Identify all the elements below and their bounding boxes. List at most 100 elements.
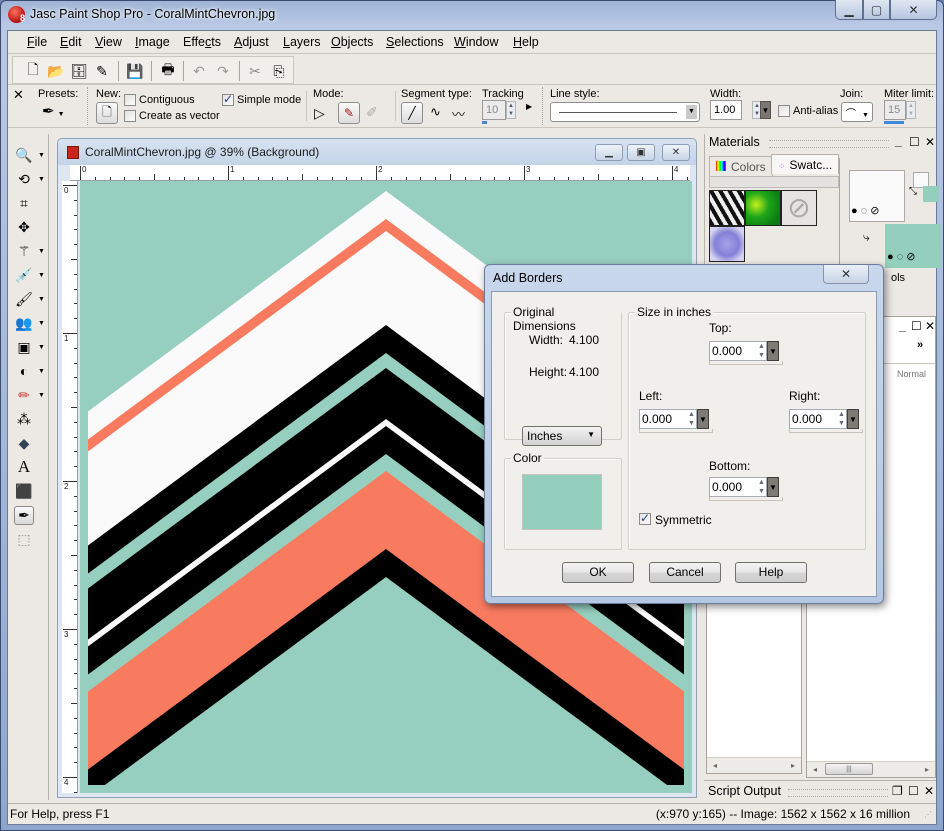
fg-style-icons[interactable]: ● ◌ ⊘ (851, 204, 880, 217)
left-dropdown[interactable]: ▼ (697, 409, 709, 429)
scroll-left-icon[interactable]: ◂ (813, 765, 817, 774)
width-field[interactable]: 1.00 (710, 100, 742, 120)
menu-window[interactable]: Window (454, 35, 498, 49)
tool-text[interactable]: A (14, 456, 48, 478)
left-spinner[interactable]: ▲ ▼ (687, 409, 697, 429)
scroll-thumb[interactable]: ||| (825, 763, 873, 775)
doc-restore-button[interactable]: ▣ (627, 144, 655, 161)
materials-grip[interactable] (769, 140, 889, 148)
background-color-small[interactable] (923, 186, 939, 202)
left-input[interactable]: 0.000 (639, 409, 687, 429)
restore-icon[interactable]: ❐ (892, 784, 903, 798)
close-icon[interactable]: ✕ (925, 135, 935, 149)
bottom-spinner[interactable]: ▲ ▼ (757, 477, 767, 497)
new-vector-button[interactable]: 🗋 (96, 102, 118, 124)
tool-picture-tube[interactable]: ⁂ (14, 408, 48, 430)
menu-help[interactable]: Help (513, 35, 539, 49)
tab-colors[interactable]: Colors (709, 156, 773, 176)
swatch-none[interactable]: ⊘ (781, 190, 817, 226)
line-style-dropdown[interactable]: ▼ (550, 102, 700, 122)
close-icon[interactable]: ✕ (924, 784, 934, 798)
right-dropdown[interactable]: ▼ (847, 409, 859, 429)
scroll-right-icon[interactable]: ▸ (791, 761, 795, 770)
cancel-button[interactable]: Cancel (649, 562, 721, 583)
swatch-purple-bubbles[interactable] (709, 226, 745, 262)
tool-crop[interactable]: ⌗ (14, 192, 48, 214)
more-layers-icon[interactable]: » (917, 339, 923, 351)
maximize-icon[interactable]: ☐ (911, 319, 922, 333)
redo-icon[interactable]: ↷ (213, 61, 233, 81)
join-dropdown[interactable]: ⌒ ▼ (841, 102, 873, 122)
menu-objects[interactable]: Objects (331, 35, 373, 49)
overview-horizontal-scrollbar[interactable]: ◂ ▸ (707, 757, 801, 773)
help-button[interactable]: Help (735, 562, 807, 583)
menu-selections[interactable]: Selections (386, 35, 444, 49)
bottom-input[interactable]: 0.000 (709, 477, 757, 497)
doc-close-button[interactable]: ✕ (662, 144, 690, 161)
bg-style-icons[interactable]: ● ◌ ⊘ (887, 250, 916, 263)
chevron-down-icon[interactable]: ▼ (38, 392, 45, 399)
close-icon[interactable]: ✕ (925, 319, 935, 333)
symmetric-checkbox[interactable] (639, 511, 651, 525)
swap-materials-icon[interactable]: ⤷ (863, 230, 870, 245)
tool-magic-wand[interactable]: ⚚ ▼ (14, 240, 48, 262)
menu-effects[interactable]: Effects (183, 35, 221, 49)
tracking-field[interactable]: 10 (482, 100, 506, 120)
layers-horizontal-scrollbar[interactable]: ◂ ||| ▸ (807, 761, 935, 777)
left-field[interactable]: 0.000 ▲ ▼ ▼ (639, 409, 713, 433)
tool-eraser[interactable]: ✏ ▼ (14, 384, 48, 406)
swatch-scroll-header[interactable] (709, 176, 839, 188)
ok-button[interactable]: OK (562, 562, 634, 583)
create-as-vector-checkbox[interactable] (124, 110, 136, 122)
tracking-spinner[interactable]: ▲ ▼ (506, 101, 516, 119)
title-bar[interactable]: 8 Jasc Paint Shop Pro - CoralMintChevron… (0, 0, 944, 30)
contiguous-checkbox[interactable] (124, 94, 136, 106)
chevron-down-icon[interactable]: ▼ (38, 296, 45, 303)
save-icon[interactable]: 💾 (125, 61, 145, 81)
tool-pen[interactable]: ✒ (14, 504, 48, 526)
maximize-icon[interactable]: ☐ (908, 784, 919, 798)
chevron-down-icon[interactable]: ▼ (38, 152, 45, 159)
chevron-down-icon[interactable]: ▼ (38, 272, 45, 279)
swatch-green[interactable] (745, 190, 781, 226)
menu-image[interactable]: Image (135, 35, 170, 49)
tracking-slider[interactable] (482, 121, 487, 124)
chevron-down-icon[interactable]: ▼ (38, 368, 45, 375)
doc-minimize-button[interactable]: ▁ (595, 144, 623, 161)
expand-arrow-icon[interactable]: ▶ (526, 102, 532, 111)
top-input[interactable]: 0.000 (709, 341, 757, 361)
bottom-dropdown[interactable]: ▼ (767, 477, 779, 497)
open-folder-icon[interactable]: 📂 (46, 61, 66, 81)
right-input[interactable]: 0.000 (789, 409, 837, 429)
bottom-field[interactable]: 0.000 ▲ ▼ ▼ (709, 477, 783, 501)
blend-mode-label[interactable]: Normal (897, 369, 926, 379)
tool-flood-fill[interactable]: ◆ (14, 432, 48, 454)
chevron-down-icon[interactable]: ▼ (38, 176, 45, 183)
app-icon[interactable]: 8 (8, 6, 25, 23)
segment-line-button[interactable]: ╱ (401, 102, 423, 124)
menu-layers[interactable]: Layers (283, 35, 321, 49)
miter-limit-field[interactable]: 15 (884, 100, 906, 120)
minimize-icon[interactable]: _ (895, 134, 902, 148)
menu-edit[interactable]: Edit (60, 35, 82, 49)
minimize-icon[interactable]: _ (899, 319, 906, 333)
new-file-icon[interactable]: 🗋 (23, 61, 43, 81)
tool-move[interactable]: ✥ (14, 216, 48, 238)
right-spinner[interactable]: ▲ ▼ (837, 409, 847, 429)
close-tool-options-icon[interactable]: ✕ (13, 87, 24, 103)
top-spinner[interactable]: ▲ ▼ (757, 341, 767, 361)
border-color-swatch[interactable] (522, 474, 602, 530)
cut-icon[interactable]: ✂ (245, 61, 265, 81)
menu-view[interactable]: View (95, 35, 122, 49)
tab-swatches[interactable]: ⁘ Swatc... (771, 154, 840, 174)
menu-file[interactable]: File (27, 35, 47, 49)
print-icon[interactable]: 🖶 (158, 61, 178, 81)
tool-lighten[interactable]: ▣ ▼ (14, 336, 48, 358)
swap-colors-icon[interactable]: ⤡ (909, 186, 917, 197)
chevron-down-icon[interactable]: ▼ (38, 248, 45, 255)
browse-icon[interactable]: 🗄 (69, 61, 89, 81)
edit-mode-arrow-icon[interactable]: ▷ (314, 105, 325, 122)
scan-icon[interactable]: ✎ (92, 61, 112, 81)
segment-freehand-icon[interactable]: 〰 (452, 104, 465, 123)
maximize-button[interactable]: ▢ (863, 0, 890, 20)
